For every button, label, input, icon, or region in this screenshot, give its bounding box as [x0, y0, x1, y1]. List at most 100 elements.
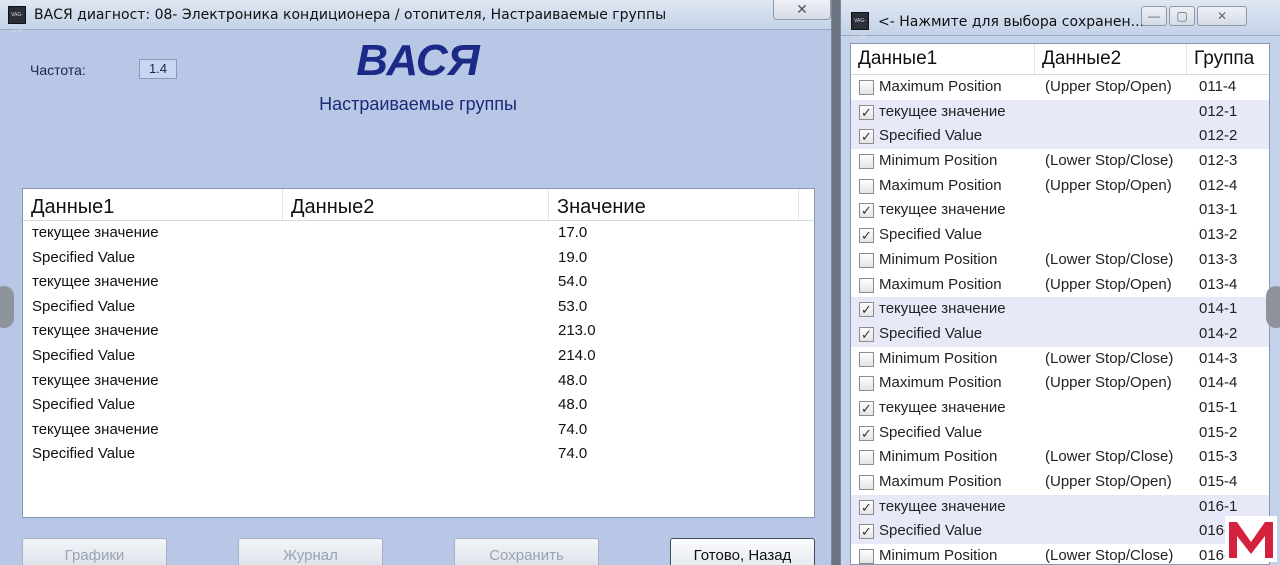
list-item[interactable]: Maximum Position (Upper Stop/Open) 014-4 — [851, 371, 1269, 396]
graphs-button[interactable]: Графики — [22, 538, 167, 565]
cell-data1: Maximum Position — [879, 374, 1002, 392]
checkmark-icon: ✓ — [861, 228, 872, 244]
table-row[interactable]: текущее значение 17.0 — [23, 221, 814, 246]
cell-value: 48.0 — [558, 371, 588, 389]
row-checkbox[interactable]: ✓ — [859, 400, 874, 416]
cell-data2: (Lower Stop/Close) — [1045, 547, 1174, 565]
list-item[interactable]: Minimum Position (Lower Stop/Close) 015-3 — [851, 445, 1269, 470]
measurements-grid[interactable]: Данные1 Данные2 Значение текущее значени… — [22, 188, 815, 518]
list-item[interactable]: ✓ Specified Value 012-2 — [851, 124, 1269, 150]
cell-group: 013-1 — [1199, 201, 1238, 219]
row-checkbox[interactable] — [859, 80, 874, 95]
row-checkbox[interactable]: ✓ — [859, 302, 874, 318]
row-checkbox[interactable] — [859, 376, 874, 392]
row-checkbox[interactable]: ✓ — [859, 524, 874, 540]
main-titlebar[interactable]: VAG-COM ВАСЯ диагност: 08- Электроника к… — [0, 0, 831, 34]
journal-button[interactable]: Журнал — [238, 538, 383, 565]
cell-group: 014-4 — [1199, 374, 1238, 392]
cell-data1: текущее значение — [879, 300, 1006, 318]
table-row[interactable]: Specified Value 74.0 — [23, 442, 814, 467]
side-titlebar[interactable]: VAG-COM <- Нажмите для выбора сохранен..… — [841, 0, 1280, 40]
minimize-button[interactable]: — — [1141, 6, 1167, 26]
row-checkbox[interactable]: ✓ — [859, 228, 874, 244]
cell-value: 213.0 — [558, 322, 596, 340]
list-item[interactable]: ✓ текущее значение 015-1 — [851, 396, 1269, 421]
table-row[interactable]: текущее значение 48.0 — [23, 369, 814, 394]
list-item[interactable]: Minimum Position (Lower Stop/Close) 013-3 — [851, 248, 1269, 273]
row-checkbox[interactable]: ✓ — [859, 203, 874, 219]
list-item[interactable]: ✓ текущее значение 016-1 — [851, 494, 1269, 520]
cell-data2 — [283, 295, 549, 320]
list-item[interactable]: ✓ текущее значение 014-1 — [851, 297, 1269, 322]
table-row[interactable]: Specified Value 53.0 — [23, 295, 814, 320]
row-checkbox[interactable]: ✓ — [859, 104, 874, 120]
cell-group: 011-4 — [1199, 78, 1237, 95]
row-checkbox[interactable] — [859, 252, 874, 268]
list-item[interactable]: Maximum Position (Upper Stop/Open) 012-4 — [851, 174, 1269, 199]
cell-data2 — [283, 221, 549, 246]
cell-data1: Minimum Position — [879, 250, 998, 268]
left-edge-handle — [0, 286, 14, 328]
cell-data2 — [283, 319, 549, 344]
list-item[interactable]: Maximum Position (Upper Stop/Open) 011-4 — [851, 75, 1269, 100]
table-row[interactable]: Specified Value 214.0 — [23, 344, 814, 369]
row-checkbox[interactable] — [859, 277, 874, 293]
cell-data2: (Upper Stop/Open) — [1045, 374, 1172, 392]
cell-group: 012-1 — [1199, 102, 1238, 120]
cell-data1: текущее значение — [879, 201, 1006, 219]
cell-data1: Specified Value — [32, 297, 136, 315]
row-checkbox[interactable] — [859, 154, 874, 170]
page-subtitle: Настраиваемые группы — [319, 94, 517, 114]
row-checkbox[interactable] — [859, 178, 874, 194]
list-item[interactable]: Maximum Position (Upper Stop/Open) 013-4 — [851, 273, 1269, 298]
list-item[interactable]: ✓ текущее значение 013-1 — [851, 198, 1269, 223]
list-item[interactable]: Minimum Position (Lower Stop/Close) 014-3 — [851, 347, 1269, 372]
done-back-button[interactable]: Готово, Назад — [670, 538, 815, 565]
list-item[interactable]: Minimum Position (Lower Stop/Close) 016-3 — [851, 544, 1269, 565]
table-row[interactable]: Specified Value 19.0 — [23, 246, 814, 271]
column-header-data2[interactable]: Данные2 — [283, 189, 549, 220]
save-button[interactable]: Сохранить — [454, 538, 599, 565]
list-item[interactable]: ✓ текущее значение 012-1 — [851, 99, 1269, 125]
column-header-data1[interactable]: Данные1 — [23, 189, 283, 220]
row-checkbox[interactable]: ✓ — [859, 499, 874, 515]
list-item[interactable]: ✓ Specified Value 015-2 — [851, 421, 1269, 446]
cell-group: 015-4 — [1199, 473, 1238, 490]
cell-group: 015-1 — [1199, 398, 1238, 416]
list-item[interactable]: Minimum Position (Lower Stop/Close) 012-3 — [851, 149, 1269, 174]
cell-data2: (Upper Stop/Open) — [1045, 176, 1172, 194]
table-row[interactable]: текущее значение 54.0 — [23, 270, 814, 295]
column-header-value[interactable]: Значение — [549, 189, 799, 220]
row-checkbox[interactable] — [859, 450, 874, 466]
cell-value: 48.0 — [558, 396, 588, 414]
column-header-data1[interactable]: Данные1 — [851, 44, 1035, 74]
cell-data1: Specified Value — [32, 346, 136, 364]
cell-data1: текущее значение — [32, 420, 159, 438]
maximize-button[interactable]: ▢ — [1169, 6, 1195, 26]
column-header-data2[interactable]: Данные2 — [1035, 44, 1187, 74]
row-checkbox[interactable]: ✓ — [859, 425, 874, 441]
list-item[interactable]: ✓ Specified Value 013-2 — [851, 223, 1269, 248]
row-checkbox[interactable] — [859, 475, 874, 490]
column-header-group[interactable]: Группа — [1187, 44, 1269, 74]
table-row[interactable]: текущее значение 74.0 — [23, 418, 814, 443]
row-checkbox[interactable] — [859, 351, 874, 367]
cell-data1: Specified Value — [879, 324, 983, 342]
desktop: VAG-COM ВАСЯ диагност: 08- Электроника к… — [0, 0, 1280, 565]
row-checkbox[interactable]: ✓ — [859, 129, 874, 145]
row-checkbox[interactable] — [859, 549, 874, 564]
cell-data1: текущее значение — [32, 322, 159, 340]
side-app-icon: VAG-COM — [851, 12, 869, 40]
list-item[interactable]: Maximum Position (Upper Stop/Open) 015-4 — [851, 470, 1269, 495]
close-button[interactable]: ✕ — [773, 0, 831, 20]
cell-data1: текущее значение — [32, 371, 159, 389]
table-row[interactable]: текущее значение 213.0 — [23, 319, 814, 344]
group-list[interactable]: Данные1 Данные2 Группа Maximum Position (… — [850, 43, 1270, 565]
side-close-button[interactable]: ✕ — [1197, 6, 1247, 26]
cell-value: 74.0 — [558, 445, 588, 463]
cell-data2 — [283, 393, 549, 418]
list-item[interactable]: ✓ Specified Value 014-2 — [851, 321, 1269, 347]
row-checkbox[interactable]: ✓ — [859, 326, 874, 342]
list-item[interactable]: ✓ Specified Value 016-2 — [851, 519, 1269, 545]
table-row[interactable]: Specified Value 48.0 — [23, 393, 814, 418]
